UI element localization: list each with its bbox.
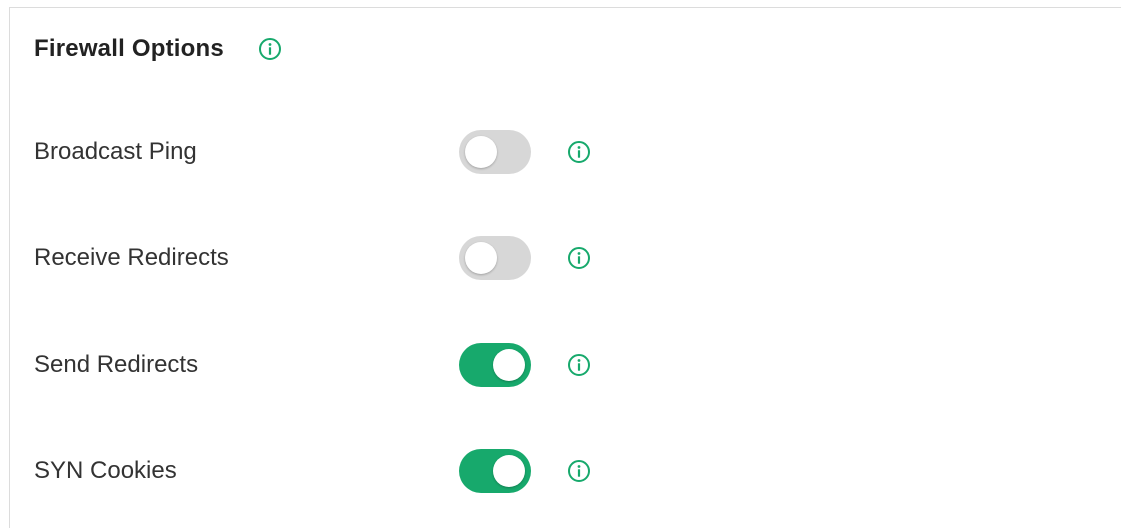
broadcast-ping-toggle[interactable] — [459, 130, 531, 174]
info-icon[interactable] — [567, 246, 591, 270]
info-icon[interactable] — [567, 353, 591, 377]
toggle-knob — [465, 242, 497, 274]
receive-redirects-toggle[interactable] — [459, 236, 531, 280]
option-row-syn-cookies: SYN Cookies — [34, 447, 591, 495]
option-label: Receive Redirects — [34, 244, 229, 271]
option-label: Send Redirects — [34, 351, 199, 378]
section-title: Firewall Options — [34, 35, 224, 62]
option-label: Broadcast Ping — [34, 138, 197, 165]
info-icon[interactable] — [567, 459, 591, 483]
send-redirects-toggle[interactable] — [459, 343, 531, 387]
toggle-knob — [493, 455, 525, 487]
syn-cookies-toggle[interactable] — [459, 449, 531, 493]
option-row-broadcast-ping: Broadcast Ping — [34, 128, 591, 176]
option-row-send-redirects: Send Redirects — [34, 341, 591, 389]
info-icon[interactable] — [258, 37, 282, 61]
toggle-knob — [465, 136, 497, 168]
option-row-receive-redirects: Receive Redirects — [34, 234, 591, 282]
firewall-options-panel: Firewall Options Broadcast Ping Receive … — [9, 7, 1121, 528]
section-header: Firewall Options — [34, 34, 282, 64]
toggle-knob — [493, 349, 525, 381]
option-label: SYN Cookies — [34, 457, 177, 484]
info-icon[interactable] — [567, 140, 591, 164]
